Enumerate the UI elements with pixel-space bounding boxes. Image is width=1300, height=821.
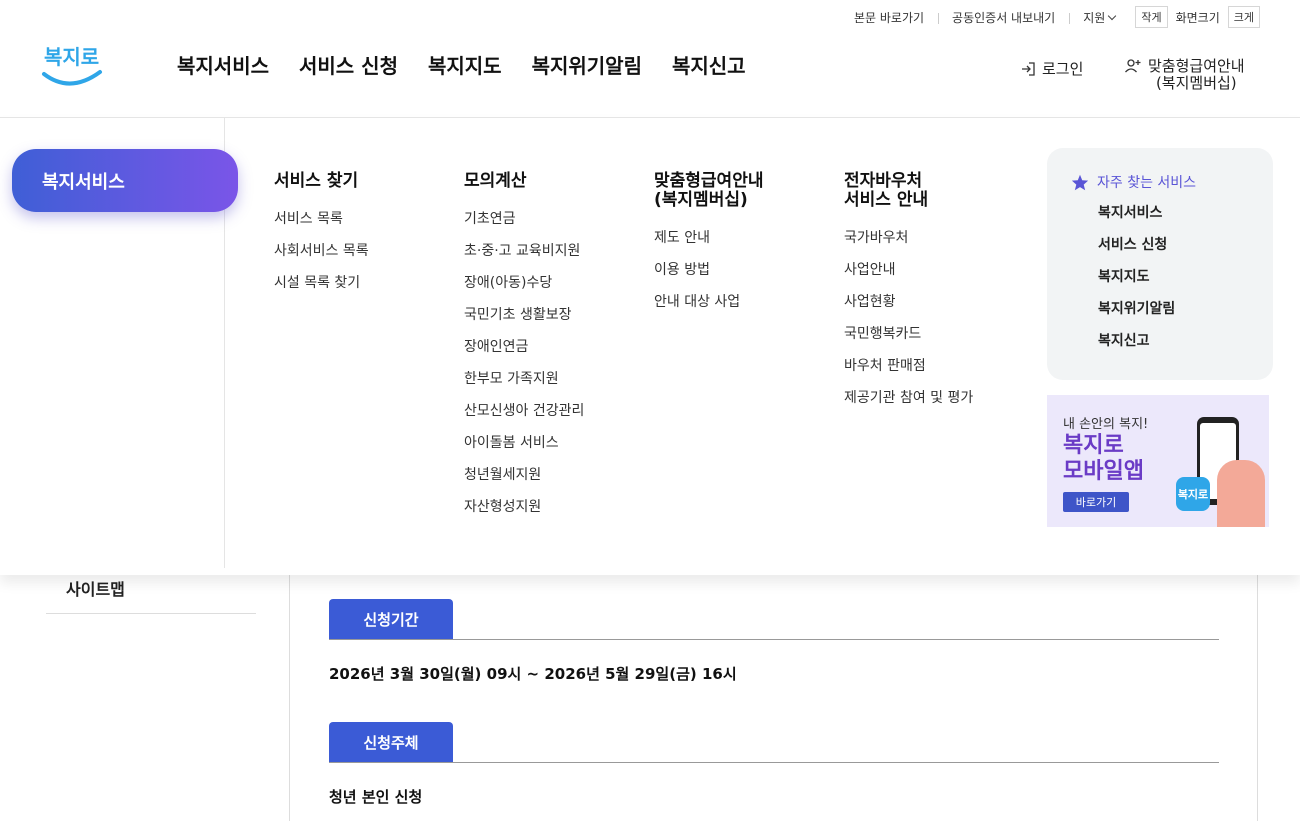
- menu-item[interactable]: 장애인연금: [464, 339, 644, 371]
- sidebar-item-sitemap[interactable]: 사이트맵: [66, 576, 125, 600]
- menu-item[interactable]: 국민기초 생활보장: [464, 307, 644, 339]
- applicant-text: 청년 본인 신청: [329, 788, 423, 806]
- sidebar-divider: [46, 613, 256, 614]
- menu-item[interactable]: 사업안내: [844, 262, 1024, 294]
- logo-wordmark: 복지로: [44, 45, 99, 69]
- menu-column-membership: 맞춤형급여안내 (복지멤버십) 제도 안내 이용 방법 안내 대상 사업: [654, 172, 834, 326]
- menu-column-title[interactable]: 맞춤형급여안내 (복지멤버십): [654, 172, 834, 210]
- menu-item[interactable]: 청년월세지원: [464, 467, 644, 499]
- hand-illustration: [1217, 460, 1265, 527]
- menu-item[interactable]: 자산형성지원: [464, 499, 644, 531]
- section-divider: [329, 639, 1219, 640]
- menu-item[interactable]: 제공기관 참여 및 평가: [844, 390, 1024, 422]
- font-size-large-button[interactable]: 크게: [1227, 6, 1260, 28]
- banner-subtitle: 내 손안의 복지!: [1063, 417, 1149, 432]
- menu-item[interactable]: 산모신생아 건강관리: [464, 403, 644, 435]
- favorite-services-title: 자주 찾는 서비스: [1071, 172, 1273, 192]
- favorite-item[interactable]: 복지서비스: [1071, 202, 1273, 234]
- favorite-item[interactable]: 서비스 신청: [1071, 234, 1273, 266]
- section-divider: [329, 762, 1219, 763]
- menu-item[interactable]: 시설 목록 찾기: [274, 275, 454, 307]
- menu-item[interactable]: 기초연금: [464, 211, 644, 243]
- app-icon: 복지로: [1176, 477, 1210, 511]
- font-size-label: 화면크기: [1175, 10, 1220, 25]
- menu-item[interactable]: 이용 방법: [654, 262, 834, 294]
- login-label: 로그인: [1042, 60, 1084, 78]
- menu-column-simulation: 모의계산 기초연금 초·중·고 교육비지원 장애(아동)수당 국민기초 생활보장…: [464, 172, 644, 531]
- menu-item[interactable]: 한부모 가족지원: [464, 371, 644, 403]
- menu-item[interactable]: 국가바우처: [844, 230, 1024, 262]
- site-logo[interactable]: 복지로: [40, 36, 104, 90]
- menu-column-title[interactable]: 모의계산: [464, 172, 644, 191]
- support-label: 지원: [1083, 10, 1106, 25]
- section-tab-application-period: 신청기간: [329, 599, 453, 639]
- menu-item[interactable]: 아이돌봄 서비스: [464, 435, 644, 467]
- favorite-item[interactable]: 복지지도: [1071, 266, 1273, 298]
- main-nav: 복지서비스 서비스 신청 복지지도 복지위기알림 복지신고: [177, 50, 746, 79]
- login-icon: [1022, 61, 1035, 76]
- menu-column-service-search: 서비스 찾기 서비스 목록 사회서비스 목록 시설 목록 찾기: [274, 172, 454, 307]
- banner-go-button[interactable]: 바로가기: [1063, 492, 1129, 512]
- nav-welfare-report[interactable]: 복지신고: [672, 50, 746, 79]
- chevron-down-icon: [1108, 11, 1117, 20]
- banner-title: 복지로 모바일앱: [1063, 433, 1144, 484]
- membership-label-line1: 맞춤형급여안내: [1148, 57, 1245, 75]
- export-cert-link[interactable]: 공동인증서 내보내기: [938, 9, 1069, 26]
- menu-item[interactable]: 제도 안내: [654, 230, 834, 262]
- menu-column-e-voucher: 전자바우처 서비스 안내 국가바우처 사업안내 사업현황 국민행복카드 바우처 …: [844, 172, 1024, 422]
- menu-item[interactable]: 사업현황: [844, 294, 1024, 326]
- menu-item[interactable]: 사회서비스 목록: [274, 243, 454, 275]
- membership-label-line2: (복지멤버십): [1155, 74, 1237, 92]
- favorite-item[interactable]: 복지신고: [1071, 330, 1273, 362]
- menu-item[interactable]: 초·중·고 교육비지원: [464, 243, 644, 275]
- login-button[interactable]: 로그인: [1020, 58, 1083, 79]
- mega-menu-category-welfare-service[interactable]: 복지서비스: [12, 149, 238, 212]
- nav-service-apply[interactable]: 서비스 신청: [299, 50, 398, 79]
- mega-menu: 복지서비스 서비스 찾기 서비스 목록 사회서비스 목록 시설 목록 찾기 모의…: [0, 117, 1300, 575]
- utility-bar: 본문 바로가기 공동인증서 내보내기 지원 작게 화면크기 크게: [840, 6, 1260, 28]
- favorite-item[interactable]: 복지위기알림: [1071, 298, 1273, 330]
- membership-button[interactable]: 맞춤형급여안내 (복지멤버십): [1124, 58, 1245, 92]
- menu-column-title[interactable]: 서비스 찾기: [274, 172, 454, 191]
- menu-item[interactable]: 바우처 판매점: [844, 358, 1024, 390]
- nav-crisis-alert[interactable]: 복지위기알림: [532, 50, 642, 79]
- mobile-app-banner[interactable]: 내 손안의 복지! 복지로 모바일앱 바로가기 복지로: [1047, 395, 1269, 527]
- add-user-icon: [1125, 59, 1141, 73]
- menu-item[interactable]: 안내 대상 사업: [654, 294, 834, 326]
- skip-to-content-link[interactable]: 본문 바로가기: [840, 9, 938, 26]
- nav-welfare-map[interactable]: 복지지도: [428, 50, 502, 79]
- application-period-text: 2026년 3월 30일(월) 09시 ~ 2026년 5월 29일(금) 16…: [329, 665, 737, 683]
- nav-welfare-service[interactable]: 복지서비스: [177, 50, 269, 79]
- star-icon: [1071, 174, 1089, 190]
- font-size-small-button[interactable]: 작게: [1135, 6, 1168, 28]
- support-dropdown[interactable]: 지원: [1069, 9, 1129, 26]
- menu-item[interactable]: 장애(아동)수당: [464, 275, 644, 307]
- menu-column-title[interactable]: 전자바우처 서비스 안내: [844, 172, 1024, 210]
- favorite-services-panel: 자주 찾는 서비스 복지서비스 서비스 신청 복지지도 복지위기알림 복지신고: [1047, 148, 1273, 380]
- menu-item[interactable]: 서비스 목록: [274, 211, 454, 243]
- section-tab-applicant: 신청주체: [329, 722, 453, 762]
- menu-item[interactable]: 국민행복카드: [844, 326, 1024, 358]
